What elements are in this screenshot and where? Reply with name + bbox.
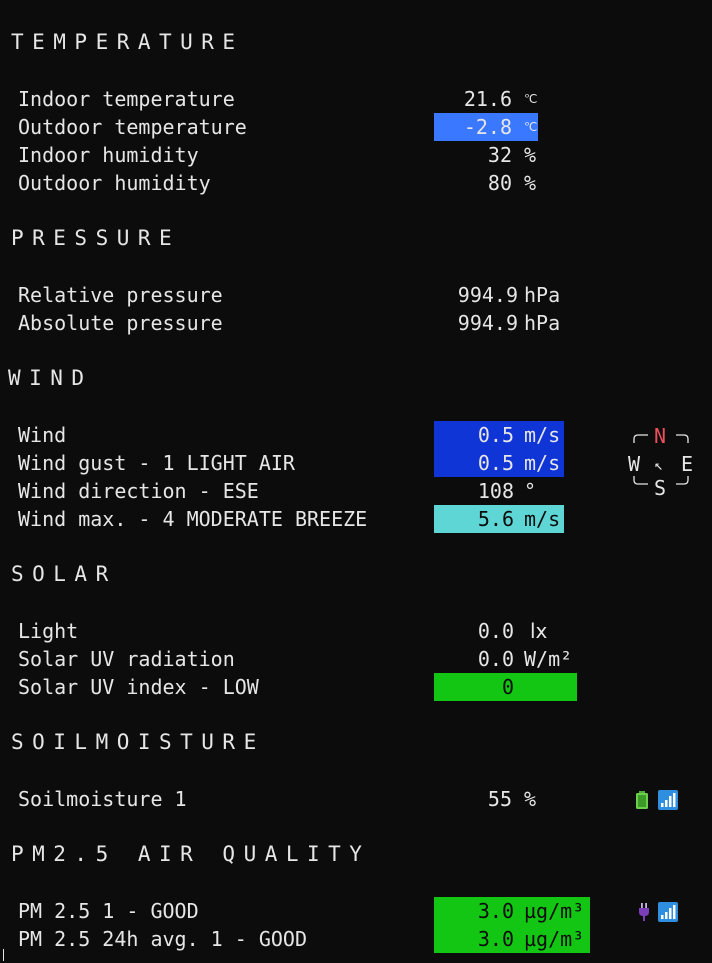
value-number: 0.0: [477, 647, 514, 671]
row-label: PM 2.5 24h avg. 1 - GOOD: [18, 927, 307, 951]
value-cell: 55 %: [434, 785, 544, 813]
compass-east: E: [681, 452, 694, 476]
value-number: 0.0: [477, 619, 514, 643]
weather-console: TEMPERATURE Indoor temperature 21.6 ℃ Ou…: [0, 0, 712, 963]
value-unit: W/m²: [524, 647, 573, 671]
row-label: Wind gust - 1 LIGHT AIR: [18, 451, 295, 475]
section-heading-temperature: TEMPERATURE: [11, 30, 244, 54]
value-unit: lx: [530, 619, 548, 643]
value-number: 3.0: [477, 927, 514, 951]
section-heading-wind: WIND: [8, 366, 93, 390]
section-heading-soilmoisture: SOILMOISTURE: [11, 730, 265, 754]
compass-south: S: [654, 476, 667, 500]
value-unit: m/s: [524, 423, 561, 447]
value-cell: 0.0 lx: [434, 617, 577, 645]
text-cursor: [3, 949, 4, 961]
row-label: Wind: [18, 423, 67, 447]
value-cell: 21.6 ℃: [434, 85, 544, 113]
value-cell-highlight: 0: [434, 673, 577, 701]
value-unit: hPa: [524, 311, 561, 335]
value-unit: m/s: [524, 451, 561, 475]
section-heading-pressure: PRESSURE: [11, 226, 181, 250]
row-label: Wind direction - ESE: [18, 479, 259, 503]
value-unit: ℃: [524, 92, 538, 106]
row-label: Light: [18, 619, 79, 643]
value-cell: 108 °: [434, 477, 564, 505]
value-cell-highlight: -2.8 ℃: [434, 113, 538, 141]
value-unit: %: [524, 787, 537, 811]
row-label: PM 2.5 1 - GOOD: [18, 899, 199, 923]
value-unit: °: [524, 479, 537, 503]
value-cell: 0.0 W/m²: [434, 645, 577, 673]
row-label: Solar UV index - LOW: [18, 675, 259, 699]
value-number: 80: [487, 171, 512, 195]
signal-icon: [658, 790, 678, 810]
value-unit: %: [524, 171, 537, 195]
value-unit: m/s: [524, 507, 561, 531]
row-label: Indoor temperature: [18, 87, 235, 111]
value-number: -2.8: [463, 115, 512, 139]
value-cell-highlight: 0.5 m/s: [434, 449, 564, 477]
row-label: Relative pressure: [18, 283, 223, 307]
value-unit: hPa: [524, 283, 561, 307]
value-number: 0: [501, 675, 514, 699]
row-label: Solar UV radiation: [18, 647, 235, 671]
row-label: Outdoor temperature: [18, 115, 247, 139]
value-number: 0.5: [477, 423, 514, 447]
value-number: 5.6: [477, 507, 514, 531]
section-heading-solar: SOLAR: [11, 562, 117, 586]
value-number: 994.9: [457, 311, 518, 335]
value-unit: µg/m³: [524, 899, 585, 923]
row-label: Outdoor humidity: [18, 171, 211, 195]
wind-compass: N W E S ↖: [628, 424, 696, 498]
wind-direction-arrow-icon: ↖: [654, 456, 664, 474]
row-label: Wind max. - 4 MODERATE BREEZE: [18, 507, 368, 531]
value-unit: µg/m³: [524, 927, 585, 951]
value-cell: 994.9 hPa: [434, 281, 574, 309]
row-label: Absolute pressure: [18, 311, 223, 335]
plug-icon: [639, 903, 649, 921]
value-number: 55: [487, 787, 512, 811]
value-cell: 32 %: [434, 141, 544, 169]
value-cell-highlight: 3.0 µg/m³: [434, 925, 590, 953]
value-number: 21.6: [463, 87, 512, 111]
value-number: 0.5: [477, 451, 514, 475]
compass-west: W: [628, 452, 641, 476]
value-cell: 80 %: [434, 169, 544, 197]
value-cell-highlight: 3.0 µg/m³: [434, 897, 590, 925]
value-number: 994.9: [457, 283, 518, 307]
compass-north: N: [654, 424, 667, 448]
value-cell-highlight: 5.6 m/s: [434, 505, 564, 533]
section-heading-pm25: PM2.5 AIR QUALITY: [11, 842, 371, 866]
row-label: Indoor humidity: [18, 143, 199, 167]
value-number: 108: [477, 479, 514, 503]
value-cell: 994.9 hPa: [434, 309, 574, 337]
battery-icon: [636, 791, 648, 809]
value-number: 32: [487, 143, 512, 167]
value-unit: %: [524, 143, 537, 167]
row-label: Soilmoisture 1: [18, 787, 187, 811]
value-cell-highlight: 0.5 m/s: [434, 421, 564, 449]
value-number: 3.0: [477, 899, 514, 923]
value-unit: ℃: [524, 120, 538, 134]
signal-icon: [658, 902, 678, 922]
